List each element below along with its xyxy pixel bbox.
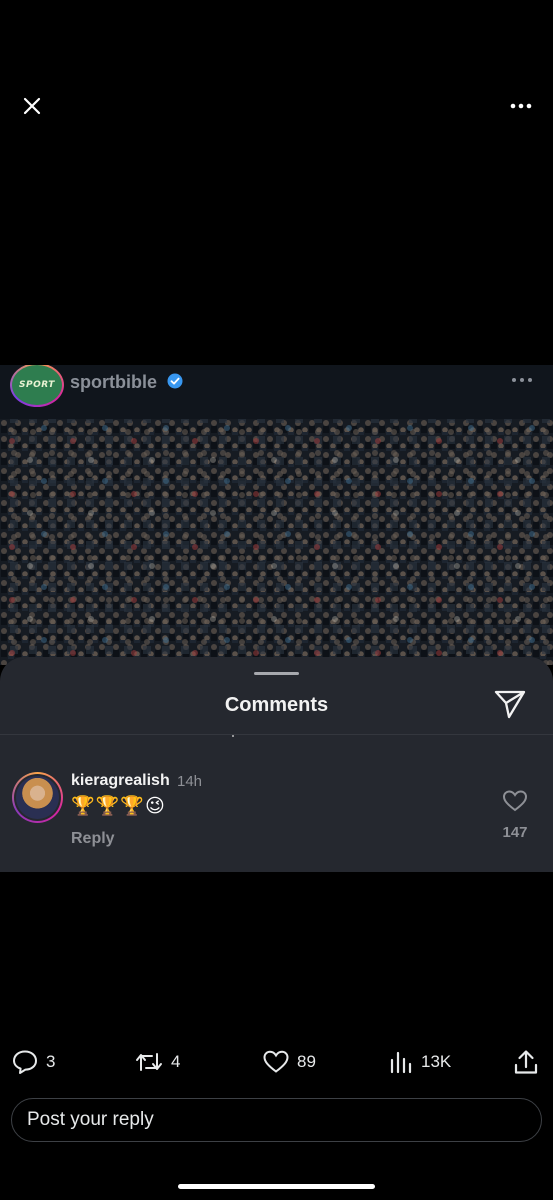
share-upload-icon xyxy=(514,1050,538,1074)
comment-avatar[interactable] xyxy=(12,772,63,823)
like-count: 89 xyxy=(297,1052,316,1071)
post-avatar-logo: SPORT xyxy=(19,380,55,390)
sheet-dot xyxy=(232,735,234,737)
sheet-divider xyxy=(0,734,553,735)
repost-icon xyxy=(136,1053,162,1071)
speech-bubble-icon xyxy=(13,1050,37,1074)
share-action[interactable] xyxy=(514,1048,538,1076)
post-username: sportbible xyxy=(70,372,158,392)
comment-username[interactable]: kieragrealish xyxy=(71,772,170,790)
heart-icon xyxy=(263,1050,289,1073)
share-send-button[interactable] xyxy=(492,687,528,721)
more-horizontal-icon xyxy=(510,103,532,109)
more-options-button[interactable] xyxy=(505,90,537,122)
embedded-post-image[interactable]: SPORT sportbible xyxy=(0,365,553,665)
comment-like-button[interactable] xyxy=(503,790,527,812)
comments-sheet: Comments kieragrealish 14h 🏆🏆🏆😉 Reply 14… xyxy=(0,657,553,872)
paper-plane-icon xyxy=(494,690,526,719)
views-action[interactable]: 13K xyxy=(389,1048,451,1076)
close-button[interactable] xyxy=(16,90,48,122)
close-icon xyxy=(23,97,41,115)
view-count: 13K xyxy=(421,1052,452,1071)
heart-icon xyxy=(503,790,527,812)
repost-action[interactable]: 4 xyxy=(135,1048,180,1076)
comment-like-count: 147 xyxy=(502,824,528,841)
comment-text: 🏆🏆🏆😉 xyxy=(71,795,166,817)
like-action[interactable]: 89 xyxy=(263,1048,316,1076)
reply-action[interactable]: 3 xyxy=(12,1048,55,1076)
comment-timestamp: 14h xyxy=(177,773,203,790)
post-more-icon xyxy=(512,378,532,382)
crowd-photo xyxy=(0,419,553,665)
bar-chart-icon xyxy=(390,1051,412,1074)
sheet-drag-handle[interactable] xyxy=(254,672,299,675)
reply-input-box[interactable] xyxy=(11,1098,542,1142)
post-header: SPORT sportbible xyxy=(0,365,553,419)
comments-title: Comments xyxy=(224,694,329,716)
home-indicator[interactable] xyxy=(178,1184,375,1189)
reply-input[interactable] xyxy=(27,1109,526,1131)
repost-count: 4 xyxy=(171,1052,181,1071)
reply-count: 3 xyxy=(46,1052,56,1071)
post-avatar: SPORT xyxy=(10,365,64,407)
comment-reply-button[interactable]: Reply xyxy=(71,830,115,848)
verified-badge-icon xyxy=(167,373,183,389)
